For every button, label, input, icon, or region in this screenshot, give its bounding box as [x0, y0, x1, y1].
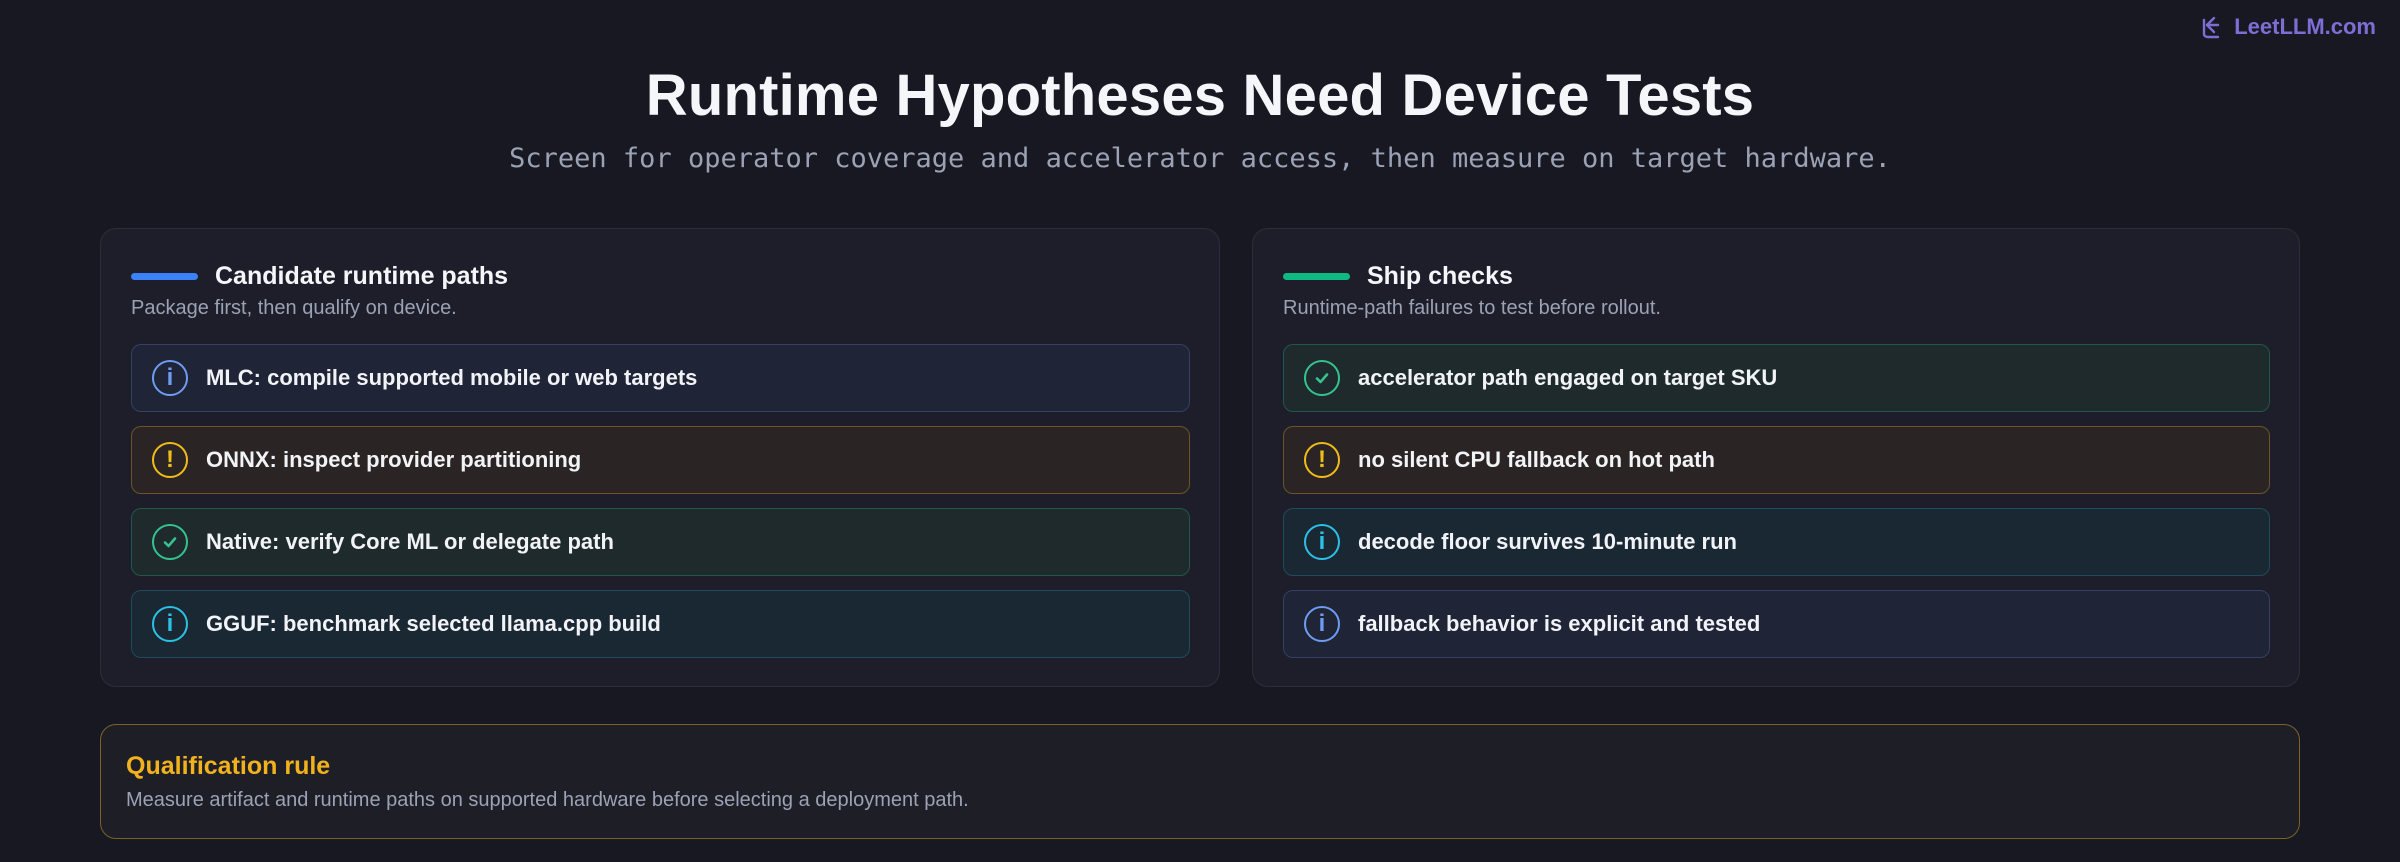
list-item: accelerator path engaged on target SKU — [1283, 344, 2270, 412]
list-item-text: decode floor survives 10-minute run — [1358, 529, 1737, 554]
check-icon — [152, 524, 188, 560]
list-item-text: no silent CPU fallback on hot path — [1358, 447, 1715, 472]
panel-accent-bar — [131, 273, 198, 280]
info-icon: i — [152, 360, 188, 396]
list-item: Native: verify Core ML or delegate path — [131, 508, 1190, 576]
ship-checks-panel: Ship checks Runtime-path failures to tes… — [1252, 228, 2300, 687]
list-item: i fallback behavior is explicit and teste… — [1283, 590, 2270, 658]
list-item-text: fallback behavior is explicit and tested — [1358, 611, 1761, 636]
panel-description: Runtime-path failures to test before rol… — [1283, 297, 1661, 319]
page-subtitle: Screen for operator coverage and acceler… — [509, 143, 1891, 174]
panel-accent-bar — [1283, 273, 1350, 280]
info-icon: i — [1304, 606, 1340, 642]
list-item-text: MLC: compile supported mobile or web tar… — [206, 365, 698, 390]
info-icon: i — [152, 606, 188, 642]
list-item: i decode floor survives 10-minute run — [1283, 508, 2270, 576]
warning-icon: ! — [152, 442, 188, 478]
leetllm-logo-icon — [2198, 14, 2224, 40]
check-icon — [1304, 360, 1340, 396]
panel-header: Ship checks — [1283, 262, 1513, 291]
brand-name: LeetLLM.com — [2234, 14, 2376, 39]
rule-text: Measure artifact and runtime paths on su… — [126, 789, 969, 811]
list-item-text: accelerator path engaged on target SKU — [1358, 365, 1778, 390]
page: LeetLLM.com Runtime Hypotheses Need Devi… — [0, 0, 2400, 862]
panel-description: Package first, then qualify on device. — [131, 297, 457, 319]
list-item: i MLC: compile supported mobile or web ta… — [131, 344, 1190, 412]
item-list: i MLC: compile supported mobile or web ta… — [131, 344, 1190, 672]
item-list: accelerator path engaged on target SKU! n… — [1283, 344, 2270, 672]
warning-icon: ! — [1304, 442, 1340, 478]
candidate-runtime-paths-panel: Candidate runtime paths Package first, t… — [100, 228, 1220, 687]
rule-title: Qualification rule — [126, 752, 331, 780]
list-item: ! no silent CPU fallback on hot path — [1283, 426, 2270, 494]
qualification-rule-callout: Qualification rule Measure artifact and … — [100, 724, 2300, 839]
info-icon: i — [1304, 524, 1340, 560]
page-title: Runtime Hypotheses Need Device Tests — [645, 63, 1755, 128]
list-item-text: GGUF: benchmark selected llama.cpp build — [206, 611, 661, 636]
panel-title: Candidate runtime paths — [215, 262, 509, 290]
panel-header: Candidate runtime paths — [131, 262, 508, 291]
list-item: i GGUF: benchmark selected llama.cpp buil… — [131, 590, 1190, 658]
list-item-text: Native: verify Core ML or delegate path — [206, 529, 614, 554]
list-item-text: ONNX: inspect provider partitioning — [206, 447, 582, 472]
brand[interactable]: LeetLLM.com — [2198, 14, 2376, 40]
list-item: ! ONNX: inspect provider partitioning — [131, 426, 1190, 494]
panel-title: Ship checks — [1367, 262, 1513, 290]
